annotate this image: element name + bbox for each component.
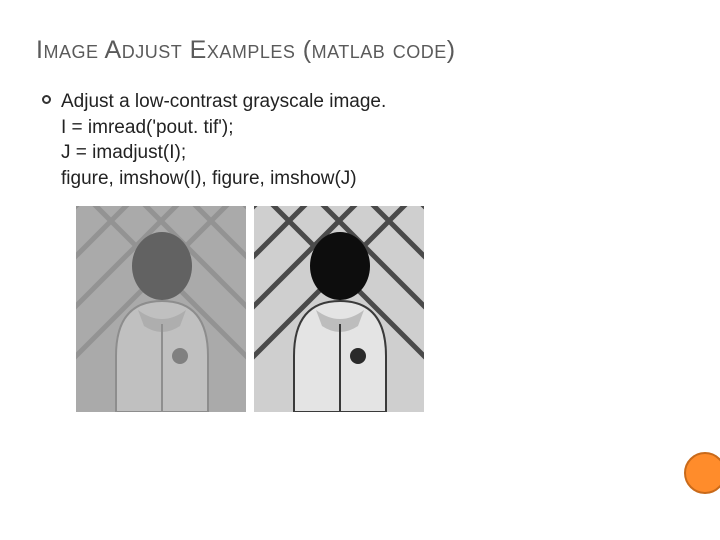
photo-icon — [254, 206, 424, 412]
divider-line — [0, 492, 720, 494]
code-line: J = imadjust(I); — [61, 140, 688, 166]
slide-body: Adjust a low-contrast grayscale image. I… — [32, 89, 688, 192]
code-line: figure, imshow(I), figure, imshow(J) — [61, 166, 688, 192]
bullet-intro: Adjust a low-contrast grayscale image. — [61, 89, 688, 115]
photo-icon — [76, 206, 246, 412]
image-original — [76, 206, 246, 412]
slide-title: Image Adjust Examples (matlab code) — [32, 36, 688, 65]
ring-bullet-icon — [42, 95, 51, 104]
code-line: I = imread('pout. tif'); — [61, 115, 688, 141]
slide-container: Image Adjust Examples (matlab code) Adju… — [0, 0, 720, 540]
image-row — [76, 206, 688, 412]
bullet-item: Adjust a low-contrast grayscale image. I… — [42, 89, 688, 192]
accent-circle-icon — [684, 452, 720, 494]
bullet-lines: Adjust a low-contrast grayscale image. I… — [61, 89, 688, 192]
image-adjusted — [254, 206, 424, 412]
